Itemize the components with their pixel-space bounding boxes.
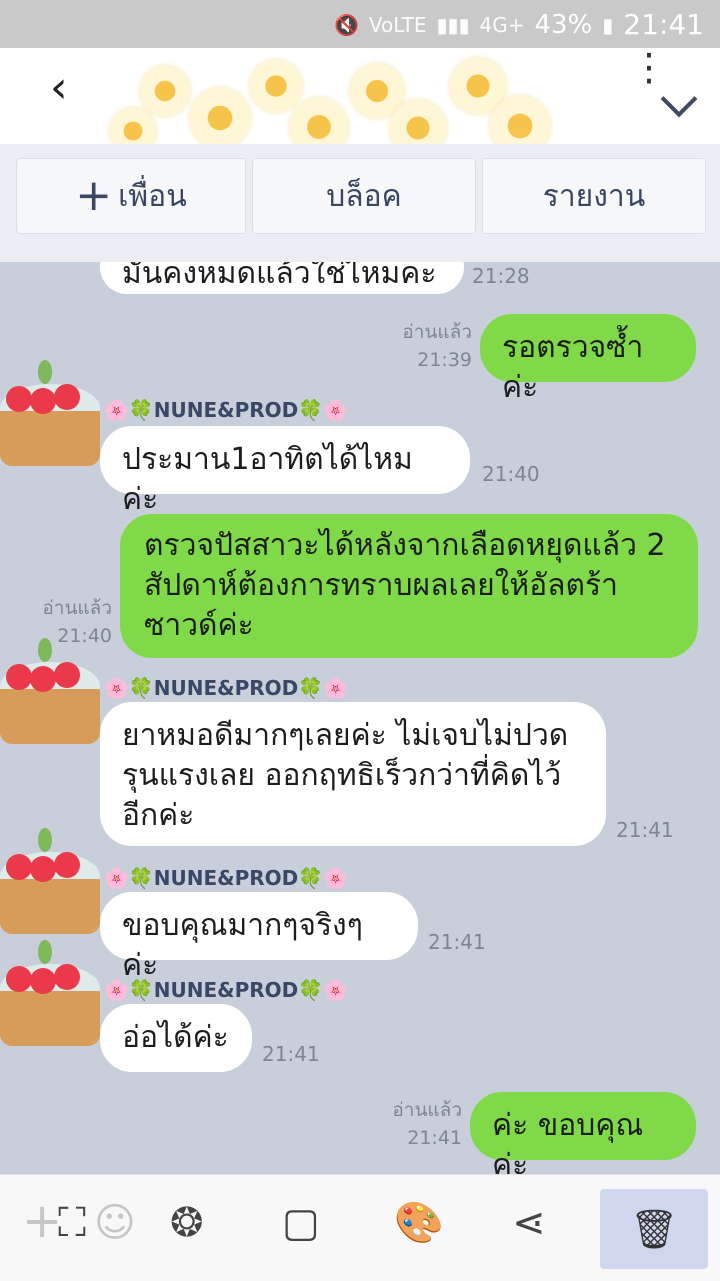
add-friend-button[interactable]: + เพื่อน (16, 158, 246, 234)
flower-decoration (250, 60, 302, 112)
share-icon[interactable]: ⋖ (512, 1203, 546, 1243)
sender-name: 🌸🍀NUNE&PROD🍀🌸 (104, 398, 349, 422)
message-bubble[interactable]: มันคงหมดแล้วใช่ไหมคะ (100, 262, 464, 294)
battery-percent: 43% (534, 9, 593, 40)
status-bar: 🔇 VoLTE ▮▮▮ 4G+ 43% ▮ 21:41 (0, 0, 720, 48)
sender-name: 🌸🍀NUNE&PROD🍀🌸 (104, 676, 349, 700)
sender-name: 🌸🍀NUNE&PROD🍀🌸 (104, 866, 349, 890)
plus-icon: + (75, 170, 113, 221)
message-bubble[interactable]: รอตรวจซ้ำค่ะ (480, 314, 696, 405)
volte-icon: VoLTE (368, 12, 427, 37)
flower-decoration (190, 88, 250, 148)
block-button[interactable]: บล็อค (252, 158, 476, 234)
mute-icon: 🔇 (333, 12, 359, 37)
add-icon[interactable]: + (22, 1197, 62, 1245)
message-bubble[interactable]: อ่อได้ค่ะ (100, 1004, 252, 1072)
message-bubble[interactable]: ประมาน1อาทิตได้ไหมค่ะ (100, 426, 470, 517)
network-type: 4G+ (479, 12, 525, 37)
message-bubble[interactable]: ค่ะ ขอบคุณค่ะ (470, 1092, 696, 1174)
avatar[interactable] (0, 356, 100, 466)
signal-icon: ▮▮▮ (436, 12, 470, 37)
paint-icon[interactable]: 🎨 (394, 1203, 444, 1243)
flower-decoration (140, 66, 190, 116)
battery-icon: ▮ (602, 12, 614, 37)
chat-area[interactable]: มันคงหมดแล้วใช่ไหมคะ 21:28 อ่านแล้ว 21:3… (0, 262, 720, 1174)
message-time: 21:41 (262, 1042, 320, 1066)
clock: 21:41 (623, 8, 704, 41)
image-edit-toolbar: + ⛶ ☺ ❂ ▢ 🎨 ⋖ 🗑 (0, 1174, 720, 1281)
chat-header: ‹ ⋮ (0, 48, 720, 156)
delete-icon: 🗑 (629, 1206, 679, 1251)
filter-icon[interactable]: ❂ (170, 1203, 204, 1243)
message-bubble[interactable]: ยาหมอดีมากๆเลยค่ะ ไม่เจบไม่ปวดรุนแรงเลย … (100, 702, 606, 846)
crop-icon[interactable]: ⛶ (58, 1203, 86, 1243)
message-time: 21:41 (616, 818, 674, 842)
emoji-icon[interactable]: ☺ (94, 1203, 136, 1243)
message-time: 21:41 (428, 930, 486, 954)
report-button[interactable]: รายงาน (482, 158, 706, 234)
back-icon[interactable]: ‹ (50, 66, 68, 110)
message-bubble[interactable]: ขอบคุณมากๆจริงๆค่ะ (100, 892, 418, 983)
sticker-text-icon[interactable]: ▢ (282, 1203, 320, 1243)
avatar[interactable] (0, 936, 100, 1046)
sender-name: 🌸🍀NUNE&PROD🍀🌸 (104, 978, 349, 1002)
action-bar: + เพื่อน บล็อค รายงาน (0, 144, 720, 262)
read-receipt: อ่านแล้ว 21:41 (392, 1099, 462, 1149)
message-bubble[interactable]: ตรวจปัสสาวะได้หลังจากเลือดหยุดแล้ว 2 สัป… (120, 514, 698, 658)
message-time: 21:40 (482, 462, 540, 486)
delete-button[interactable]: 🗑 (600, 1189, 708, 1269)
avatar[interactable] (0, 824, 100, 934)
read-receipt: อ่านแล้ว 21:39 (402, 321, 472, 371)
more-vert-icon[interactable]: ⋮ (630, 48, 668, 86)
avatar[interactable] (0, 634, 100, 744)
message-time: 21:28 (472, 264, 530, 288)
